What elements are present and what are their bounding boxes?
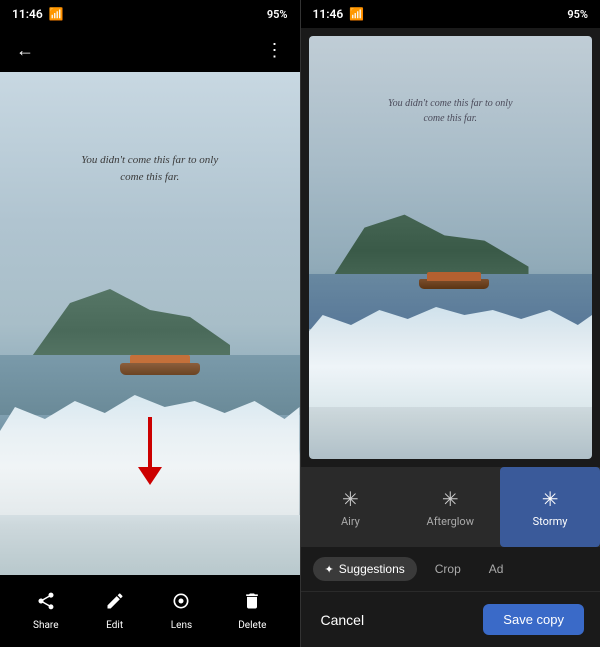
edit-label: Edit (106, 620, 123, 631)
suggestions-row: ✦ Suggestions Crop Ad (301, 547, 600, 591)
share-label: Share (33, 620, 58, 631)
back-icon[interactable]: ← (16, 40, 34, 61)
time-right: 11:46 (313, 7, 344, 21)
photo-view-right: You didn't come this far to only come th… (309, 36, 593, 459)
share-button[interactable]: Share (33, 591, 58, 631)
status-bar-left: 11:46 📶 95% (0, 0, 300, 28)
boat-body-left (120, 363, 200, 375)
boat-right (419, 279, 489, 297)
quote-right: You didn't come this far to only come th… (385, 96, 515, 126)
status-bar-right: 11:46 📶 95% (301, 0, 600, 28)
crop-label: Crop (435, 562, 461, 576)
bottom-toolbar: Share Edit Lens (0, 575, 300, 647)
airy-icon: ✳ (342, 487, 359, 511)
arrow-annotation (138, 417, 162, 485)
filter-airy[interactable]: ✳ Airy (301, 467, 401, 547)
edit-icon (105, 591, 125, 616)
delete-icon (242, 591, 262, 616)
time-left: 11:46 (12, 7, 43, 21)
stormy-label: Stormy (533, 515, 568, 528)
battery-right: 95% (567, 8, 588, 21)
save-copy-button[interactable]: Save copy (483, 604, 584, 635)
suggestions-btn-label: Suggestions (339, 562, 405, 576)
quote-left: You didn't come this far to only come th… (80, 152, 220, 185)
airy-label: Airy (341, 515, 360, 528)
boat-roof-right (427, 272, 481, 281)
adjust-tab[interactable]: Ad (479, 557, 514, 581)
arrow-head (138, 467, 162, 485)
delete-label: Delete (238, 620, 266, 631)
edit-button[interactable]: Edit (105, 591, 125, 631)
top-bar-left: ← ⋮ (0, 28, 300, 72)
filter-stormy[interactable]: ✳ Stormy (500, 467, 600, 547)
bottom-action-bar: Cancel Save copy (301, 591, 600, 647)
left-panel: 11:46 📶 95% ← ⋮ You didn't come this far… (0, 0, 300, 647)
lens-label: Lens (171, 620, 192, 631)
delete-button[interactable]: Delete (238, 591, 266, 631)
signal-icons-left: 📶 (49, 7, 64, 21)
lens-button[interactable]: Lens (171, 591, 192, 631)
afterglow-label: Afterglow (427, 515, 474, 528)
cancel-button[interactable]: Cancel (317, 604, 369, 636)
suggestions-star-icon: ✦ (325, 563, 334, 576)
suggestions-button[interactable]: ✦ Suggestions (313, 557, 417, 581)
filter-strip: ✳ Airy ✳ Afterglow ✳ Stormy (301, 467, 600, 547)
signal-icons-right: 📶 (349, 7, 364, 21)
filter-afterglow[interactable]: ✳ Afterglow (400, 467, 500, 547)
afterglow-icon: ✳ (442, 487, 459, 511)
battery-left: 95% (267, 8, 288, 21)
boat-left (120, 363, 200, 383)
right-panel: 11:46 📶 95% You didn't come this far to … (301, 0, 600, 647)
more-icon[interactable]: ⋮ (266, 40, 284, 61)
share-icon (36, 591, 56, 616)
adjust-label: Ad (489, 562, 504, 576)
arrow-shaft (148, 417, 152, 467)
stormy-icon: ✳ (542, 487, 559, 511)
crop-tab[interactable]: Crop (425, 557, 471, 581)
lens-icon (171, 591, 191, 616)
photo-view-left: You didn't come this far to only come th… (0, 72, 300, 575)
